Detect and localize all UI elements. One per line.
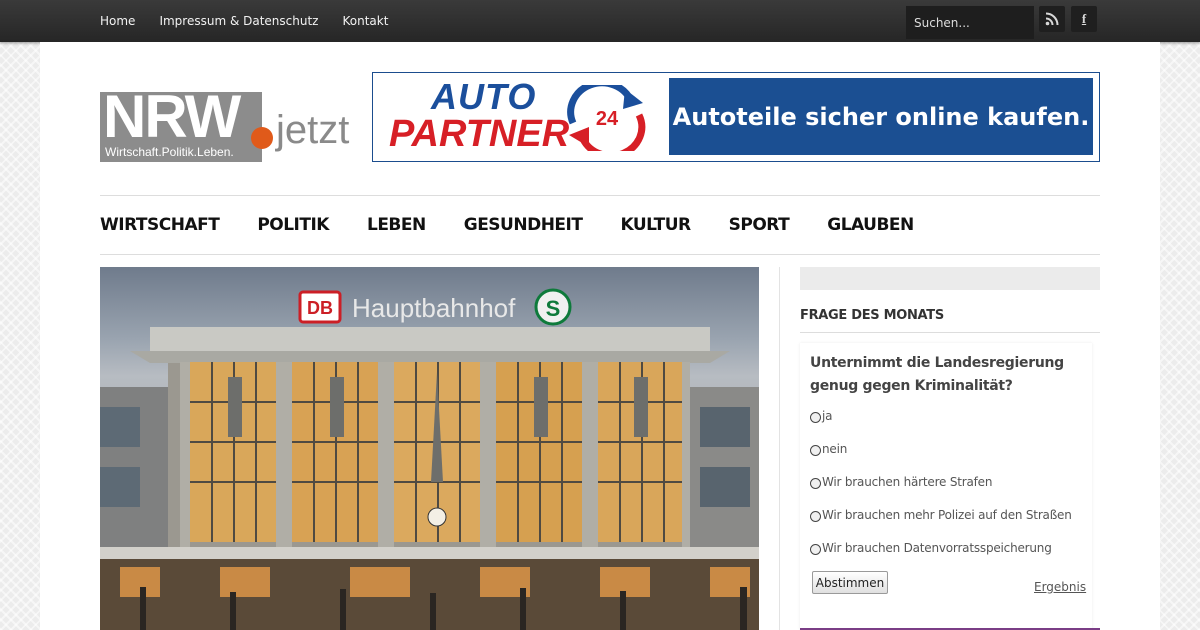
poll-option-ja[interactable]: ja	[810, 409, 833, 423]
ad-brand-top: AUTO	[431, 76, 537, 117]
main-nav-gesundheit[interactable]: GESUNDHEIT	[464, 215, 583, 235]
poll-option-nein[interactable]: nein	[810, 442, 847, 456]
search-input[interactable]	[906, 6, 1034, 39]
radio-button[interactable]	[810, 544, 821, 555]
top-nav-impressum[interactable]: Impressum & Datenschutz	[159, 0, 318, 42]
poll-title: FRAGE DES MONATS	[800, 308, 944, 323]
banner-ad[interactable]: AUTO PARTNER 24 Autoteile sicher online …	[372, 72, 1100, 162]
radio-button[interactable]	[810, 445, 821, 456]
rss-icon-glyph	[1045, 12, 1059, 26]
sidebar-strip	[800, 267, 1100, 290]
radio-button[interactable]	[810, 412, 821, 423]
main-nav-leben[interactable]: LEBEN	[367, 215, 426, 235]
poll-title-rule	[800, 332, 1100, 333]
poll-option-label: nein	[822, 442, 848, 456]
db-logo: DB	[307, 298, 333, 318]
logo-dot-icon	[251, 127, 273, 149]
logo-suffix: jetzt	[276, 108, 350, 152]
main-nav-sport[interactable]: SPORT	[729, 215, 790, 235]
vote-button[interactable]: Abstimmen	[812, 571, 888, 594]
top-nav-home[interactable]: Home	[100, 0, 135, 42]
poll-option-label: ja	[822, 409, 833, 423]
ad-badge: 24	[596, 108, 619, 130]
main-nav-glauben[interactable]: GLAUBEN	[827, 215, 914, 235]
sbahn-logo: S	[546, 296, 561, 321]
radio-button[interactable]	[810, 511, 821, 522]
top-nav: Home Impressum & Datenschutz Kontakt	[100, 0, 412, 42]
ad-arrows-icon: 24	[567, 85, 646, 151]
logo-box: NRW Wirtschaft.Politik.Leben.	[100, 87, 262, 162]
poll-option-label: Wir brauchen mehr Polizei auf den Straße…	[822, 508, 1072, 522]
poll-option-daten[interactable]: Wir brauchen Datenvorratsspeicherung	[810, 541, 1052, 555]
facebook-icon-glyph: f	[1081, 11, 1087, 26]
main-nav-kultur[interactable]: KULTUR	[620, 215, 691, 235]
ad-brand-bottom: PARTNER	[389, 113, 570, 155]
facebook-icon[interactable]: f	[1071, 6, 1097, 32]
top-nav-kontakt[interactable]: Kontakt	[342, 0, 388, 42]
poll-option-label: Wir brauchen härtere Strafen	[822, 475, 993, 489]
result-link[interactable]: Ergebnis	[1034, 580, 1086, 594]
nav-divider	[100, 254, 1100, 255]
radio-button[interactable]	[810, 478, 821, 489]
hero-image[interactable]: DB Hauptbahnhof S	[100, 267, 759, 630]
poll-option-label: Wir brauchen Datenvorratsspeicherung	[822, 541, 1052, 555]
poll-widget: Unternimmt die Landesregierung genug geg…	[800, 343, 1092, 630]
poll-question: Unternimmt die Landesregierung genug geg…	[810, 355, 1064, 394]
station-illustration: DB Hauptbahnhof S	[100, 288, 759, 630]
main-nav-wirtschaft[interactable]: WIRTSCHAFT	[100, 215, 220, 235]
top-bar: Home Impressum & Datenschutz Kontakt f	[0, 0, 1200, 42]
rss-icon[interactable]	[1039, 6, 1065, 32]
content-divider	[779, 267, 780, 630]
main-nav-politik[interactable]: POLITIK	[257, 215, 329, 235]
logo-nrw-text: NRW	[103, 83, 241, 150]
station-sign: Hauptbahnhof	[352, 293, 516, 323]
poll-option-polizei[interactable]: Wir brauchen mehr Polizei auf den Straße…	[810, 508, 1072, 522]
main-nav: WIRTSCHAFT POLITIK LEBEN GESUNDHEIT KULT…	[100, 196, 952, 254]
ad-slogan: Autoteile sicher online kaufen.	[669, 78, 1093, 155]
poll-option-strafen[interactable]: Wir brauchen härtere Strafen	[810, 475, 992, 489]
logo-tagline: Wirtschaft.Politik.Leben.	[105, 145, 234, 159]
